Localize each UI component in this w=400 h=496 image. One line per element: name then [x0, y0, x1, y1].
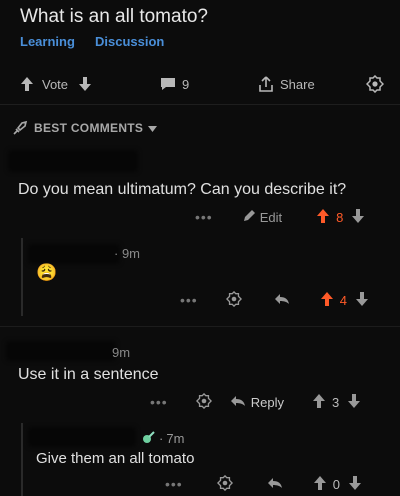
chevron-down-icon: [148, 121, 158, 135]
upvote-icon[interactable]: [312, 393, 326, 412]
more-options-icon[interactable]: •••: [180, 292, 198, 308]
reply-icon[interactable]: [274, 293, 290, 308]
more-options-icon[interactable]: •••: [195, 209, 213, 225]
upvote-icon[interactable]: [316, 208, 330, 227]
upvote-icon[interactable]: [20, 76, 34, 92]
comment-4-toolbar: ••• 0: [165, 474, 390, 494]
comment-4-text: Give them an all tomato: [36, 450, 195, 467]
comment-1-text: Do you mean ultimatum? Can you describe …: [18, 181, 347, 198]
more-options-icon[interactable]: •••: [165, 476, 183, 492]
upvote-icon[interactable]: [313, 475, 327, 494]
comment-3-time: 9m: [112, 345, 131, 360]
time-value: 9m: [121, 246, 141, 261]
reply-icon: [230, 395, 246, 410]
comment-2-time: · 9m: [114, 246, 141, 261]
comment-1-toolbar: ••• Edit 8: [195, 207, 390, 227]
reply-icon[interactable]: [267, 477, 283, 492]
award-icon[interactable]: [225, 290, 242, 310]
downvote-icon[interactable]: [351, 208, 365, 227]
post-title: What is an all tomato?: [20, 6, 208, 27]
award-icon[interactable]: [216, 474, 233, 494]
share-label: Share: [280, 76, 315, 92]
award-button[interactable]: [366, 72, 384, 96]
comment-1-score: 8: [336, 209, 344, 225]
more-options-icon[interactable]: •••: [150, 394, 168, 410]
comment-3-toolbar: ••• Reply 3: [150, 392, 390, 412]
reply-label: Reply: [250, 394, 284, 410]
redacted-username: [8, 150, 138, 172]
redacted-username: [28, 427, 136, 447]
comment-4-time: 7m: [166, 431, 185, 446]
downvote-icon[interactable]: [355, 291, 369, 310]
downvote-icon[interactable]: [347, 393, 361, 412]
thread-line: [21, 423, 23, 496]
comment-2-toolbar: ••• 4: [180, 290, 390, 310]
award-icon[interactable]: [195, 392, 212, 412]
flair-learning[interactable]: Learning: [20, 34, 75, 49]
flair-discussion[interactable]: Discussion: [95, 34, 164, 49]
comment-icon: [160, 77, 176, 91]
share-icon: [258, 76, 274, 92]
sort-label: BEST COMMENTS: [34, 121, 144, 135]
comment-4-score: 0: [332, 476, 340, 492]
redacted-username: [6, 341, 116, 361]
reply-button[interactable]: Reply: [230, 395, 284, 410]
comment-3-score: 3: [331, 394, 340, 410]
comment-4-meta: · 7m: [142, 430, 184, 447]
redacted-username: [28, 244, 120, 264]
vote-label: Vote: [42, 76, 69, 92]
comments-button[interactable]: 9: [160, 72, 189, 96]
comment-2-emoji: 😩: [36, 263, 58, 282]
edit-button[interactable]: Edit: [243, 209, 282, 225]
downvote-icon[interactable]: [348, 475, 362, 494]
share-button[interactable]: Share: [258, 72, 315, 96]
downvote-icon[interactable]: [78, 76, 92, 92]
divider: [0, 326, 400, 327]
comment-2-score: 4: [339, 292, 347, 308]
edit-label: Edit: [259, 209, 283, 225]
pencil-icon: [243, 209, 256, 225]
flair-badge-icon: [142, 430, 156, 447]
post-vote-group: Vote: [20, 72, 92, 96]
thread-line: [21, 238, 23, 316]
upvote-icon[interactable]: [320, 291, 334, 310]
rocket-icon: [12, 120, 28, 136]
award-icon: [366, 75, 384, 93]
divider: [0, 104, 400, 105]
comment-count: 9: [182, 76, 190, 92]
sort-selector[interactable]: BEST COMMENTS: [12, 120, 158, 136]
comment-3-text: Use it in a sentence: [18, 366, 159, 383]
